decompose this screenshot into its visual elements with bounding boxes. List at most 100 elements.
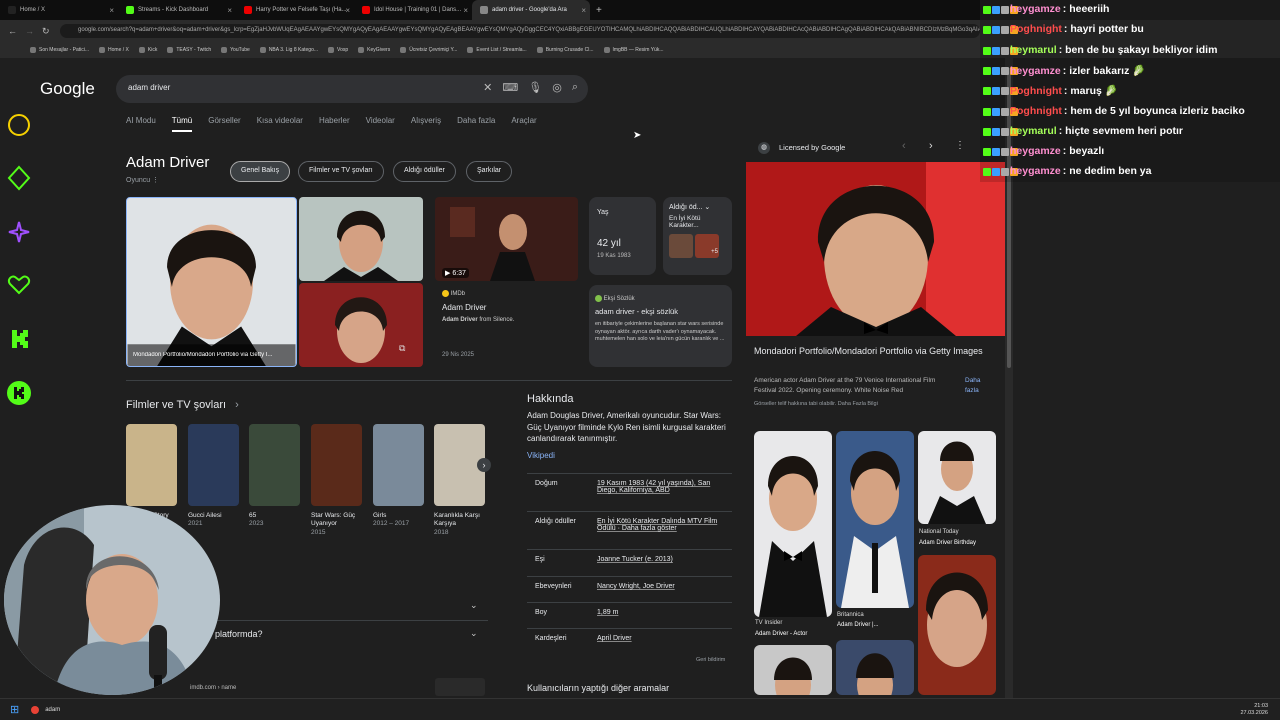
chip-films[interactable]: Filmler ve TV şovları [298,161,384,182]
info-value[interactable]: April Driver [597,635,732,642]
chat-username[interactable]: heygamze [1010,3,1061,15]
browser-tab[interactable]: Streams - Kick Dashboard × [118,0,236,20]
close-tab-icon[interactable]: × [463,6,468,15]
film-title[interactable]: Girls 2012 – 2017 [373,512,429,529]
new-tab-icon[interactable]: + [596,5,602,16]
back-icon[interactable]: ← [8,26,17,36]
bookmark-item[interactable]: Burning Crusade Cl... [536,47,594,53]
more-vert-icon[interactable]: ⋮ [955,140,965,151]
related-title[interactable]: Adam Driver |... [837,622,879,628]
related-image[interactable] [918,431,996,524]
google-logo[interactable]: Google [40,79,95,99]
keyboard-icon[interactable]: ⌨ [502,81,518,94]
eksi-card[interactable]: Ekşi Sözlük adam driver - ekşi sözlük en… [589,285,732,367]
film-title[interactable]: Gucci Ailesi 2021 [188,512,244,529]
related-image[interactable] [754,645,832,695]
close-tab-icon[interactable]: × [581,6,586,15]
chat-username[interactable]: heygamze [1010,145,1061,157]
search-tab[interactable]: Videolar [366,116,395,132]
bookmark-item[interactable]: Event List / Streamla... [467,47,527,53]
related-image[interactable] [836,431,914,608]
qa-question[interactable]: platformda? [215,629,263,639]
films-title[interactable]: Filmler ve TV şovları › [126,399,239,411]
search-input[interactable]: adam driver ✕ ⌨ 🎙 ◎ ⌕ [116,75,588,103]
chat-username[interactable]: Poghnight [1010,23,1062,35]
search-tab[interactable]: Araçlar [511,116,536,132]
chat-username[interactable]: Poghnight [1010,85,1062,97]
url-field[interactable]: google.com/search?q=adam+driver&oq=adam+… [60,24,980,38]
bookmark-item[interactable]: Kick [138,47,157,53]
preview-image[interactable] [746,162,1005,336]
info-value[interactable]: 19 Kasım 1983 (42 yıl yaşında), San Dieg… [597,480,732,494]
age-card[interactable]: Yaş 42 yıl 19 Kas 1983 [589,197,656,275]
chat-username[interactable]: heymarul [1010,44,1057,56]
bookmark-item[interactable]: NBA 3. Lig 8 Katego... [259,47,318,53]
bookmark-item[interactable]: Ücretsiz Çevrimiçi Y... [400,47,457,53]
awards-card[interactable]: Aldığı öd... ⌄ En İyi Kötü Karakter... +… [663,197,732,275]
chat-username[interactable]: Poghnight [1010,105,1062,117]
prev-icon[interactable]: ‹ [902,140,906,152]
browser-tab[interactable]: Home / X × [0,0,118,20]
search-tab[interactable]: Tümü [171,116,193,132]
search-tab[interactable]: Görseller [208,116,240,132]
search-tab[interactable]: Daha fazla [457,116,495,132]
expand-icon[interactable]: ⧉ [399,343,405,354]
next-icon[interactable]: › [929,140,933,152]
film-poster[interactable] [373,424,424,506]
close-tab-icon[interactable]: × [109,6,114,15]
lens-icon[interactable]: ◎ [552,81,562,94]
film-title[interactable]: Karanlıkla Karşı Karşıya 2018 [434,512,490,537]
video-title[interactable]: Adam Driver [442,303,486,312]
carousel-next-icon[interactable]: › [477,458,491,472]
related-image[interactable] [754,431,832,617]
related-title[interactable]: Adam Driver Birthday [919,540,976,546]
chevron-down-icon[interactable]: ⌄ [470,628,478,639]
bookmark-item[interactable]: Vosp [328,47,348,53]
related-title[interactable]: Adam Driver - Actor [755,631,807,637]
film-poster[interactable] [249,424,300,506]
qa-thumbnail[interactable] [435,678,485,696]
chat-username[interactable]: heygamze [1010,165,1061,177]
bookmark-item[interactable]: Home / X [99,47,129,53]
chip-songs[interactable]: Şarkılar [466,161,513,182]
bookmark-item[interactable]: KeyGivers [358,47,390,53]
bookmark-item[interactable]: ImgBB — Resim Yük... [603,47,664,53]
bookmark-item[interactable]: Son Mesajlar - Patici... [30,47,89,53]
rights-note[interactable]: Görseller telif hakkına tabi olabilir. D… [754,401,878,407]
wikipedia-link[interactable]: Vikipedi [527,451,555,460]
browser-tab[interactable]: Idol House | Training 01 | Dans... × [354,0,472,20]
film-poster[interactable] [126,424,177,506]
preview-title[interactable]: Mondadori Portfolio/Mondadori Portfolio … [754,345,994,357]
chrome-icon[interactable] [31,705,40,714]
main-photo[interactable] [126,197,297,367]
film-poster[interactable] [311,424,362,506]
info-value[interactable]: En İyi Kötü Karakter Dalında MTV Film Öd… [597,518,732,532]
chat-username[interactable]: heymarul [1010,125,1057,137]
film-title[interactable]: 65 2023 [249,512,305,529]
preview-more-link[interactable]: Daha fazla [965,376,995,396]
chat-username[interactable]: heygamze [1010,65,1061,77]
browser-tab[interactable]: adam driver - Google'da Ara × [472,0,590,20]
search-tab[interactable]: Haberler [319,116,350,132]
microphone-icon[interactable]: 🎙 [528,81,542,94]
reload-icon[interactable]: ↻ [42,26,50,37]
search-icon[interactable]: ⌕ [572,81,578,94]
related-image[interactable] [836,640,914,695]
licensed-label[interactable]: Licensed by Google [779,143,845,152]
info-value[interactable]: Nancy Wright, Joe Driver [597,583,732,590]
search-tab[interactable]: Alışveriş [411,116,441,132]
windows-start-icon[interactable]: ⊞ [10,703,19,716]
chip-awards[interactable]: Aldığı ödüller [393,161,456,182]
close-tab-icon[interactable]: × [345,6,350,15]
clear-icon[interactable]: ✕ [483,81,492,94]
close-tab-icon[interactable]: × [227,6,232,15]
taskbar-search[interactable]: adam [45,707,60,713]
search-tab[interactable]: AI Modu [126,116,156,132]
forward-icon[interactable]: → [25,26,34,36]
chip-overview[interactable]: Genel Bakış [230,161,291,182]
film-poster[interactable] [188,424,239,506]
bookmark-item[interactable]: YouTube [221,47,250,53]
browser-tab[interactable]: Harry Potter ve Felsefe Taşı (Ha... × [236,0,354,20]
related-image[interactable] [918,555,996,695]
bookmark-item[interactable]: TEASY - Twitch [167,47,211,53]
